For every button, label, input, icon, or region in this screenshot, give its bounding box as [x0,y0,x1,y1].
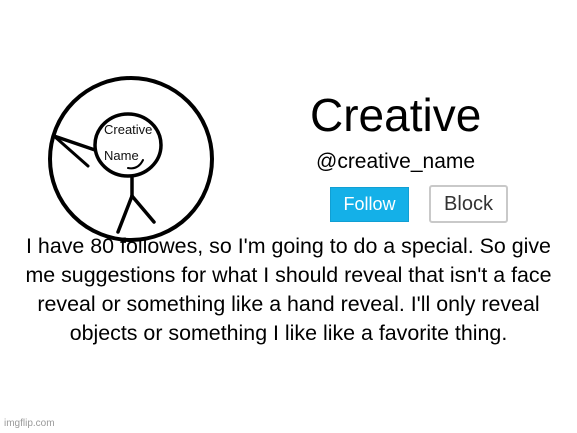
follow-button[interactable]: Follow [330,187,409,222]
watermark: imgflip.com [4,418,55,429]
avatar: Creative Name [46,74,216,244]
avatar-label-top: Creative [104,122,153,137]
post-message: I have 80 followes, so I'm going to do a… [25,234,552,345]
username-handle: @creative_name [316,150,476,173]
avatar-label-bottom: Name [104,148,139,163]
block-button[interactable]: Block [429,185,508,223]
display-name: Creative [310,89,482,141]
